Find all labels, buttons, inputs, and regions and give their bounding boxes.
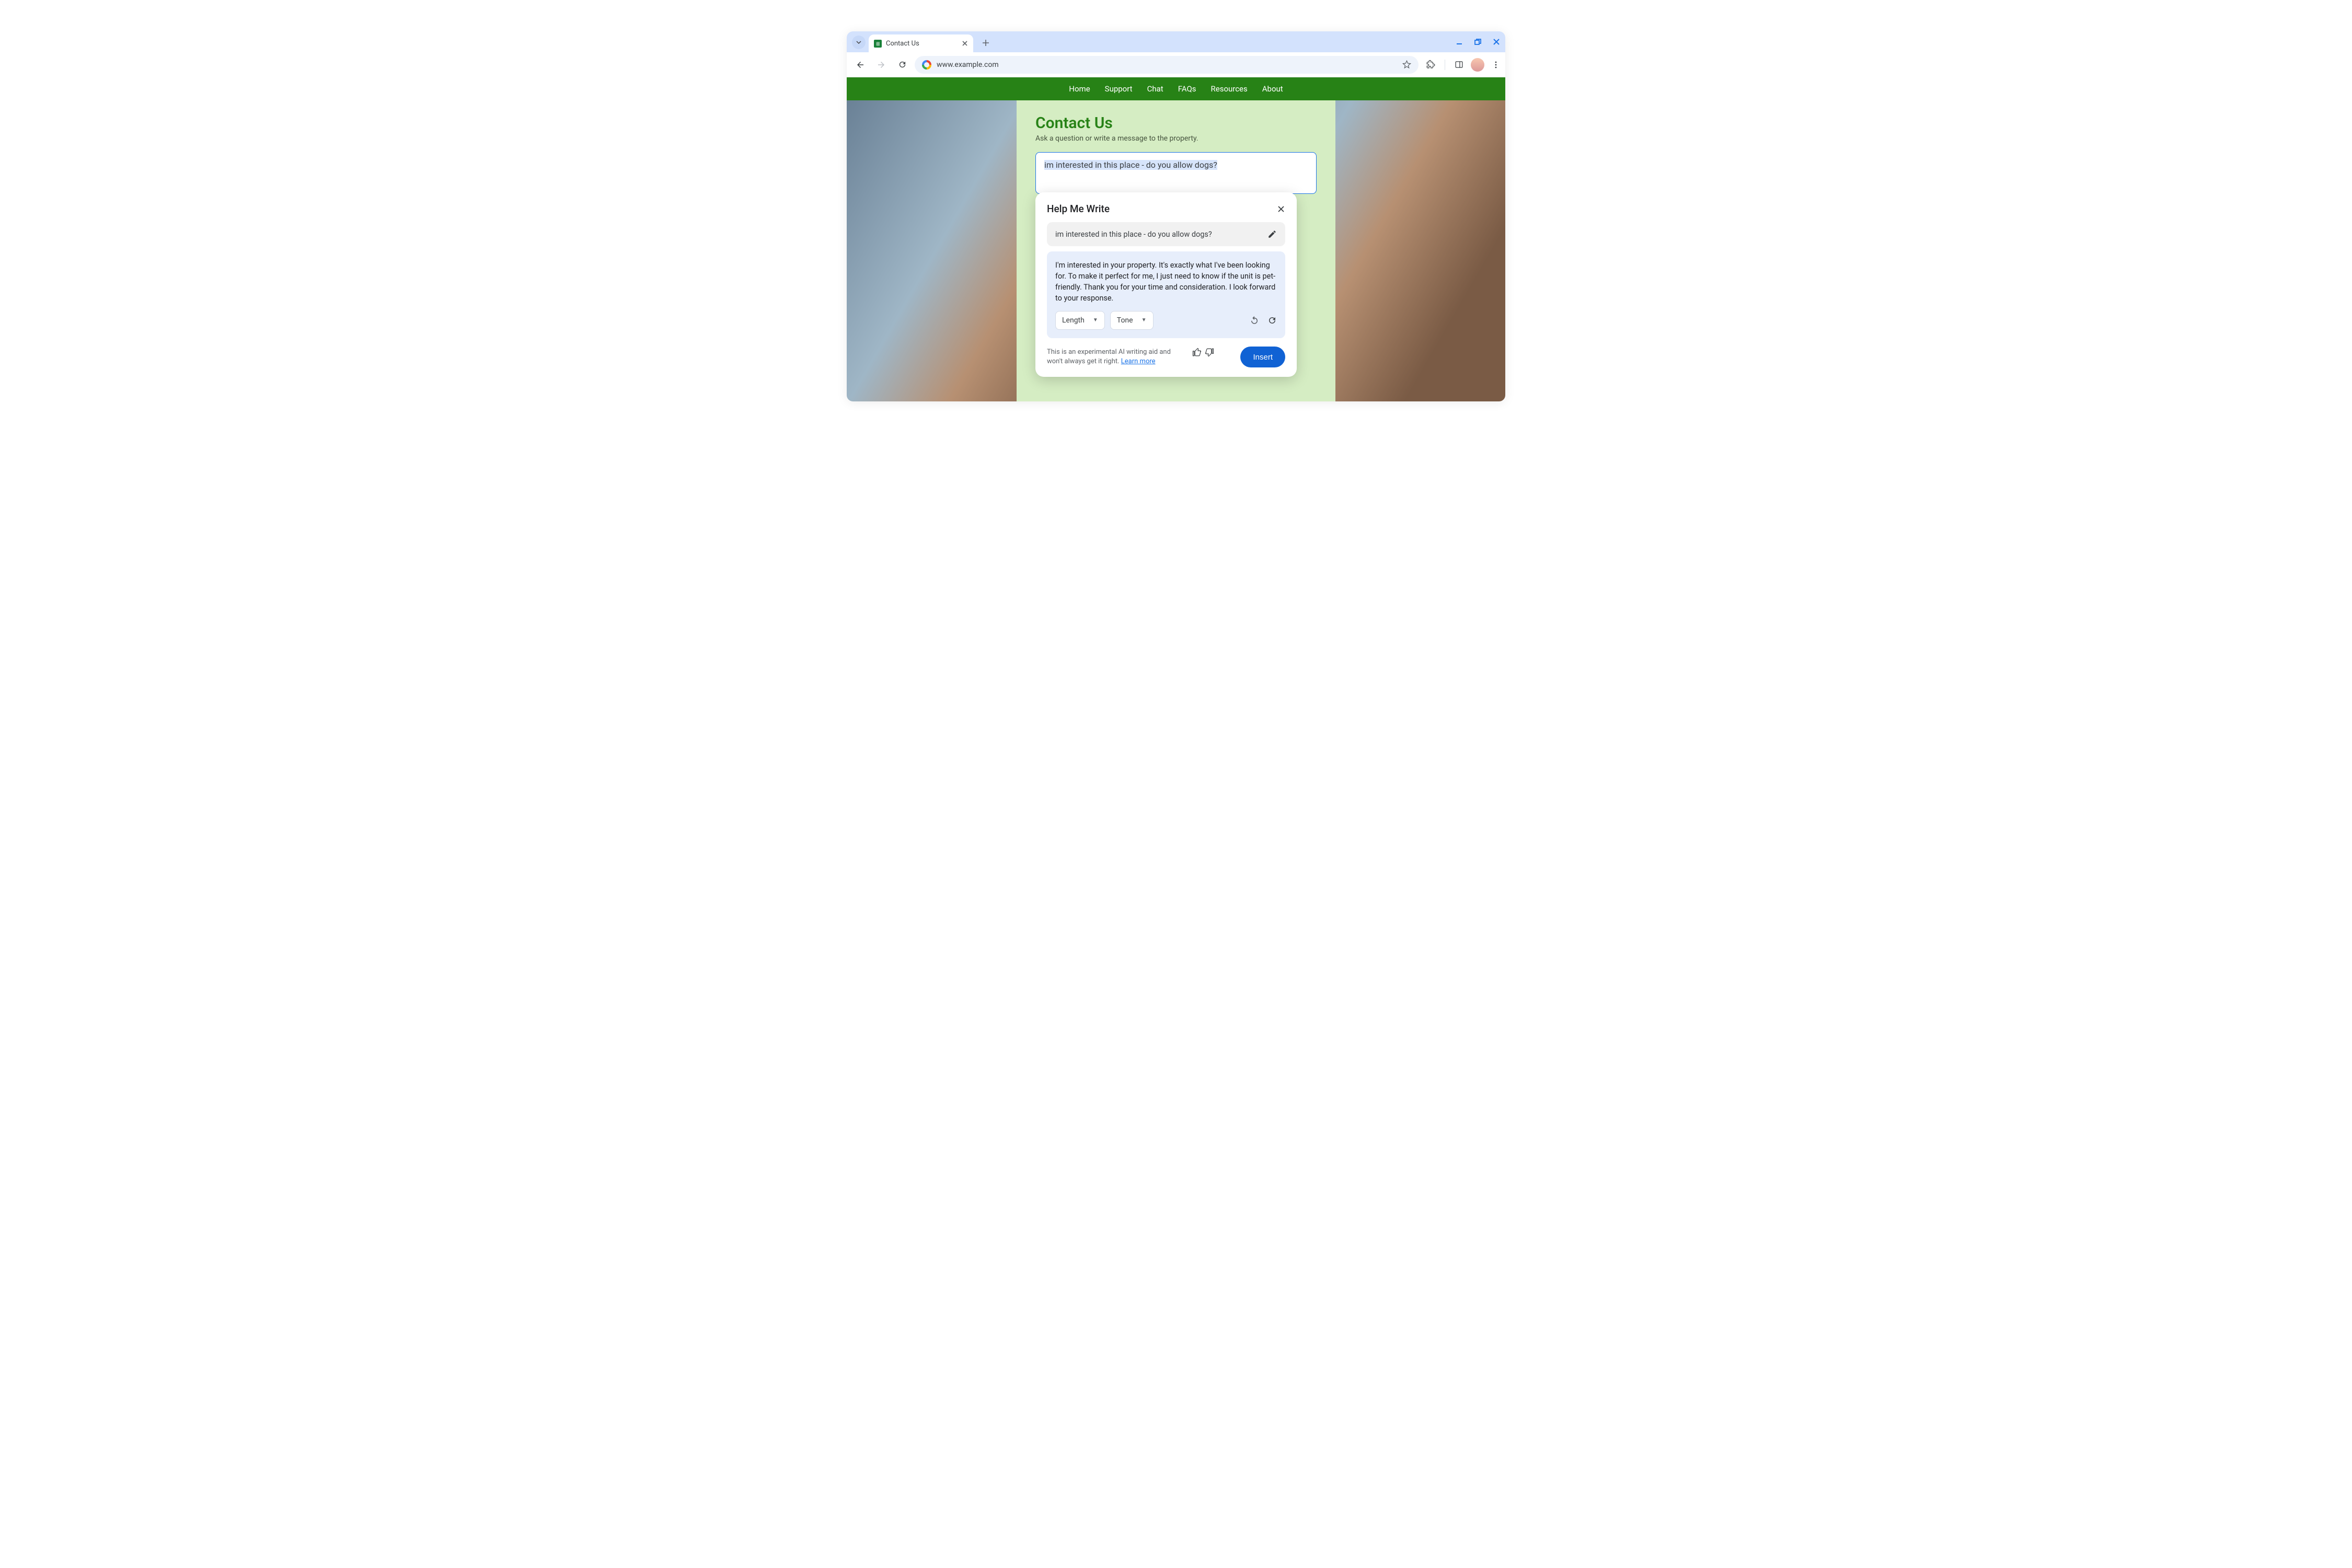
chevron-down-icon: ▼ bbox=[1093, 317, 1098, 325]
chevron-down-icon: ▼ bbox=[1142, 317, 1147, 325]
window-controls bbox=[1456, 31, 1500, 52]
thumbs-up-button[interactable] bbox=[1192, 348, 1202, 357]
nav-about[interactable]: About bbox=[1262, 84, 1283, 94]
extension-area bbox=[1426, 58, 1500, 72]
bookmark-button[interactable] bbox=[1402, 60, 1411, 69]
tab-strip: Contact Us bbox=[847, 31, 1505, 52]
new-tab-button[interactable] bbox=[978, 36, 993, 50]
site-info-icon[interactable] bbox=[922, 60, 931, 70]
tab-close-button[interactable] bbox=[962, 40, 968, 47]
profile-avatar[interactable] bbox=[1471, 58, 1484, 72]
regenerate-button[interactable] bbox=[1267, 316, 1277, 325]
tab-title: Contact Us bbox=[886, 40, 919, 48]
site-nav: Home Support Chat FAQs Resources About bbox=[847, 77, 1505, 100]
learn-more-link[interactable]: Learn more bbox=[1121, 358, 1156, 365]
reload-button[interactable] bbox=[894, 56, 910, 73]
contact-panel: Contact Us Ask a question or write a mes… bbox=[1017, 100, 1335, 401]
help-me-write-popover: Help Me Write im interested in this plac… bbox=[1035, 192, 1297, 377]
back-button[interactable] bbox=[852, 56, 869, 73]
extensions-button[interactable] bbox=[1426, 60, 1435, 70]
minimize-button[interactable] bbox=[1456, 38, 1463, 45]
nav-home[interactable]: Home bbox=[1069, 84, 1090, 94]
tone-dropdown[interactable]: Tone ▼ bbox=[1110, 311, 1154, 330]
nav-support[interactable]: Support bbox=[1105, 84, 1133, 94]
nav-resources[interactable]: Resources bbox=[1211, 84, 1248, 94]
message-textarea[interactable]: im interested in this place - do you all… bbox=[1035, 152, 1317, 194]
page-subtitle: Ask a question or write a message to the… bbox=[1035, 134, 1317, 143]
disclaimer-text: This is an experimental AI writing aid a… bbox=[1047, 348, 1188, 366]
prompt-text: im interested in this place - do you all… bbox=[1055, 230, 1212, 239]
chrome-menu-button[interactable] bbox=[1492, 61, 1500, 69]
length-label: Length bbox=[1062, 315, 1085, 326]
side-panel-button[interactable] bbox=[1455, 60, 1463, 69]
forward-button[interactable] bbox=[873, 56, 890, 73]
maximize-button[interactable] bbox=[1474, 39, 1481, 45]
page-title: Contact Us bbox=[1035, 114, 1317, 132]
browser-tab[interactable]: Contact Us bbox=[869, 34, 973, 52]
address-bar[interactable]: www.example.com bbox=[915, 56, 1419, 74]
edit-prompt-button[interactable] bbox=[1267, 229, 1277, 239]
browser-toolbar: www.example.com bbox=[847, 52, 1505, 77]
tab-favicon-icon bbox=[874, 40, 882, 48]
thumbs-down-button[interactable] bbox=[1205, 348, 1214, 357]
nav-chat[interactable]: Chat bbox=[1147, 84, 1163, 94]
result-text: I'm interested in your property. It's ex… bbox=[1055, 260, 1277, 304]
url-text: www.example.com bbox=[937, 61, 999, 69]
message-input-value: im interested in this place - do you all… bbox=[1044, 160, 1217, 170]
popover-close-button[interactable] bbox=[1277, 205, 1285, 213]
page-viewport: Home Support Chat FAQs Resources About C… bbox=[847, 77, 1505, 401]
insert-button[interactable]: Insert bbox=[1240, 347, 1285, 367]
undo-button[interactable] bbox=[1250, 316, 1259, 325]
browser-window: Contact Us www.example.com bbox=[847, 31, 1505, 401]
tone-label: Tone bbox=[1117, 315, 1133, 326]
prompt-display: im interested in this place - do you all… bbox=[1047, 222, 1285, 246]
popover-title: Help Me Write bbox=[1047, 203, 1110, 215]
close-window-button[interactable] bbox=[1493, 38, 1500, 45]
length-dropdown[interactable]: Length ▼ bbox=[1055, 311, 1105, 330]
tab-search-button[interactable] bbox=[852, 36, 866, 49]
nav-faqs[interactable]: FAQs bbox=[1178, 84, 1196, 94]
result-box: I'm interested in your property. It's ex… bbox=[1047, 251, 1285, 338]
